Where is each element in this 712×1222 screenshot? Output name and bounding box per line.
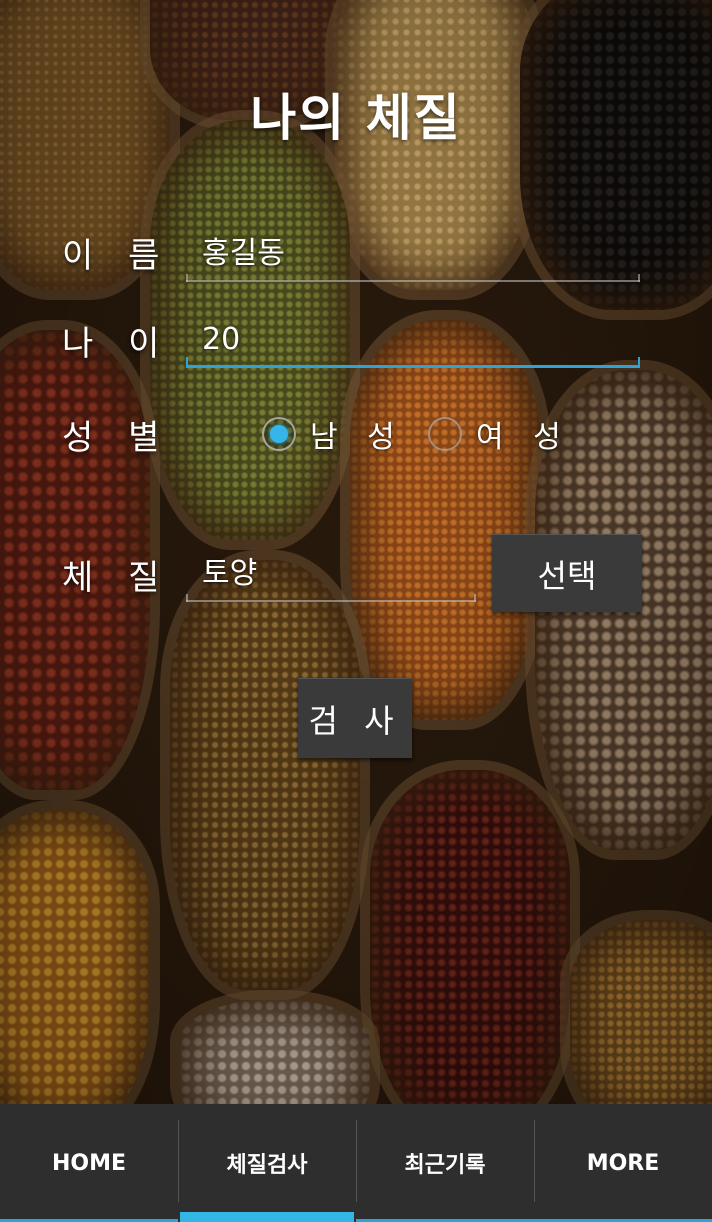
gender-female-radio[interactable]: 여 성 (428, 412, 571, 456)
tab-recent-records-label: 최근기록 (404, 1153, 486, 1178)
constitution-label: 체 질 (62, 558, 172, 598)
name-label: 이 름 (62, 236, 172, 276)
tab-constitution-test-label: 체질검사 (226, 1153, 308, 1178)
gender-label: 성 별 (62, 418, 172, 458)
tab-more[interactable]: MORE (534, 1104, 712, 1222)
tab-home[interactable]: HOME (0, 1104, 178, 1222)
tab-constitution-test[interactable]: 체질검사 (178, 1104, 356, 1222)
select-button[interactable]: 선택 (492, 534, 642, 612)
radio-checked-icon (262, 417, 296, 451)
gender-male-radio[interactable]: 남 성 (262, 412, 405, 456)
gender-male-label: 남 성 (310, 420, 405, 455)
page-title: 나의 체질 (250, 89, 462, 147)
age-label: 나 이 (62, 324, 172, 364)
age-field[interactable]: 20 (186, 316, 640, 368)
gender-female-label: 여 성 (476, 420, 571, 455)
check-button[interactable]: 검 사 (298, 678, 412, 758)
tab-home-label: HOME (51, 1150, 127, 1176)
tab-recent-records[interactable]: 최근기록 (356, 1104, 534, 1222)
tab-indicator-active (180, 1212, 354, 1222)
radio-unchecked-icon (428, 417, 462, 451)
tab-more-label: MORE (586, 1150, 660, 1176)
constitution-field[interactable]: 토양 (186, 550, 476, 602)
bottom-tab-bar: HOME 체질검사 최근기록 MORE (0, 1104, 712, 1222)
name-field[interactable]: 홍길동 (186, 230, 640, 282)
